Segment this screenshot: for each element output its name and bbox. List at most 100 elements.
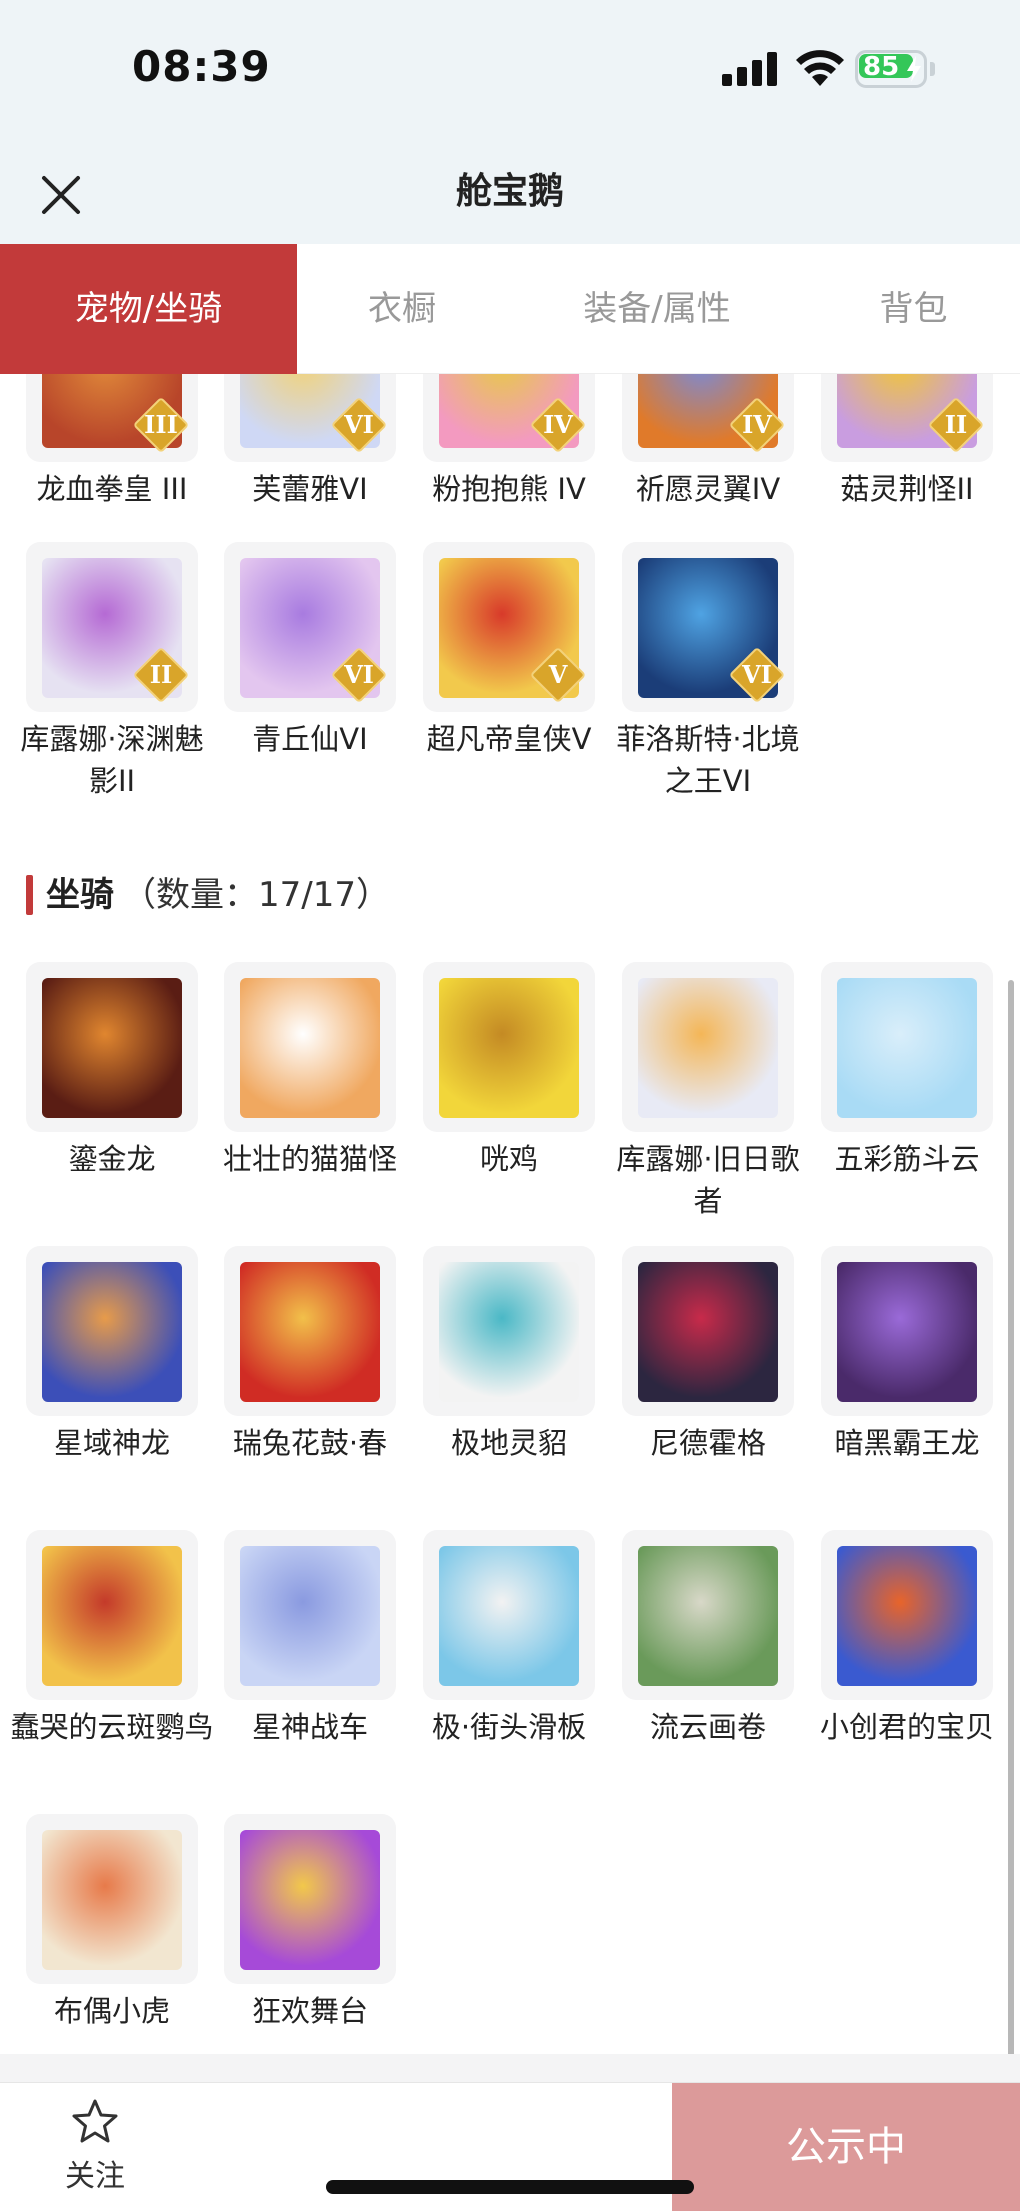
rank-badge: VI (728, 646, 786, 704)
mount-image (240, 1262, 380, 1402)
pet-thumbnail: IV (622, 374, 794, 462)
rank-badge-text: VI (344, 410, 374, 439)
mount-image (837, 1262, 977, 1402)
mount-name: 库露娜·旧日歌者 (616, 1142, 800, 1218)
mount-name: 星神战车 (251, 1710, 368, 1744)
section-count: （数量：17/17） (122, 875, 390, 915)
mount-name: 狂欢舞台 (251, 1994, 368, 2028)
follow-label: 关注 (65, 2159, 125, 2194)
pet-thumbnail: II (821, 374, 993, 462)
mount-image (439, 978, 579, 1118)
mount-thumbnail (423, 962, 595, 1132)
rank-badge: VI (330, 396, 388, 454)
mount-name: 瑞兔花鼓·春 (232, 1426, 388, 1460)
mount-thumbnail (224, 1814, 396, 1984)
mount-image (42, 978, 182, 1118)
battery-icon: 85 (855, 50, 935, 88)
mount-thumbnail (26, 1530, 198, 1700)
mount-name: 小创君的宝贝 (819, 1710, 994, 1744)
rank-badge-text: IV (742, 410, 772, 439)
rank-badge-text: V (548, 660, 568, 689)
page-title: 舱宝鹅 (455, 171, 564, 212)
close-icon[interactable] (36, 170, 86, 220)
rank-badge-text: II (149, 660, 173, 689)
mount-thumbnail (26, 1814, 198, 1984)
mount-image (439, 1262, 579, 1402)
rank-badge-text: III (144, 410, 178, 439)
public-notice-button[interactable]: 公示中 (672, 2083, 1020, 2211)
mount-thumbnail (423, 1246, 595, 1416)
mount-name: 尼德霍格 (649, 1426, 766, 1460)
mount-name: 咣鸡 (479, 1142, 538, 1176)
rank-badge: II (927, 396, 985, 454)
pet-thumbnail: VI (224, 542, 396, 712)
pet-thumbnail: II (26, 542, 198, 712)
mount-thumbnail (622, 1530, 794, 1700)
rank-badge: IV (529, 396, 587, 454)
rank-badge: V (529, 646, 587, 704)
tab-equipment-attributes[interactable]: 装备/属性 (507, 244, 807, 374)
tab-backpack[interactable]: 背包 (807, 244, 1020, 374)
mount-thumbnail (423, 1530, 595, 1700)
cellular-signal-icon (722, 52, 777, 86)
content-scroll-area[interactable]: III 龙血拳皇 III VI 芙蕾雅VI IV 粉抱抱熊 IV IV 祈愿灵翼IV II 菇灵荆… (0, 374, 1020, 2054)
nav-header: 舱宝鹅 (0, 140, 1020, 244)
rank-badge-text: VI (344, 660, 374, 689)
status-time: 08:39 (132, 42, 271, 91)
section-title: 坐骑 (46, 875, 114, 915)
follow-button[interactable]: 关注 (40, 2083, 150, 2211)
pet-name: 粉抱抱熊 IV (432, 472, 586, 506)
pet-name: 菲洛斯特·北境之王VI (616, 722, 800, 798)
pet-name: 龙血拳皇 III (36, 472, 188, 506)
tab-wardrobe[interactable]: 衣橱 (297, 244, 507, 374)
scrollbar[interactable] (1008, 980, 1014, 2080)
mount-name: 星域神龙 (53, 1426, 170, 1460)
tab-pets-mounts[interactable]: 宠物/坐骑 (0, 244, 297, 374)
rank-badge-text: II (944, 410, 968, 439)
pet-thumbnail: VI (622, 542, 794, 712)
wifi-icon (796, 50, 844, 86)
rank-badge-text: IV (543, 410, 573, 439)
section-accent-bar (26, 875, 33, 915)
mount-name: 极·街头滑板 (431, 1710, 587, 1744)
mount-thumbnail (26, 1246, 198, 1416)
mount-image (42, 1830, 182, 1970)
mount-image (240, 978, 380, 1118)
mount-name: 布偶小虎 (53, 1994, 170, 2028)
rank-badge: III (132, 396, 190, 454)
mount-name: 流云画卷 (649, 1710, 766, 1744)
pet-name: 祈愿灵翼IV (635, 472, 781, 506)
mount-image (42, 1546, 182, 1686)
pet-thumbnail: IV (423, 374, 595, 462)
mount-image (638, 1262, 778, 1402)
mount-thumbnail (224, 1530, 396, 1700)
rank-badge: IV (728, 396, 786, 454)
mount-thumbnail (224, 1246, 396, 1416)
status-bar: 08:39 85 (0, 0, 1020, 140)
pet-thumbnail: VI (224, 374, 396, 462)
mount-image (42, 1262, 182, 1402)
mount-thumbnail (224, 962, 396, 1132)
mount-image (837, 978, 977, 1118)
tab-bar: 宠物/坐骑 衣橱 装备/属性 背包 (0, 244, 1020, 374)
mount-thumbnail (821, 1246, 993, 1416)
mount-thumbnail (821, 1530, 993, 1700)
mount-image (837, 1546, 977, 1686)
mount-image (240, 1546, 380, 1686)
mount-name: 鎏金龙 (68, 1142, 156, 1176)
star-icon (72, 2099, 118, 2143)
mount-image (638, 1546, 778, 1686)
mount-thumbnail (821, 962, 993, 1132)
mount-thumbnail (622, 1246, 794, 1416)
pet-name: 芙蕾雅VI (252, 472, 368, 506)
mount-name: 五彩筋斗云 (834, 1142, 980, 1176)
mount-name: 极地灵貂 (450, 1426, 567, 1460)
pet-name: 菇灵荆怪II (840, 472, 974, 506)
mount-name: 壮壮的猫猫怪 (222, 1142, 397, 1176)
mount-name: 暗黑霸王龙 (834, 1426, 980, 1460)
mount-image (439, 1546, 579, 1686)
mount-thumbnail (26, 962, 198, 1132)
divider-band (0, 2054, 1020, 2082)
home-indicator (326, 2180, 694, 2194)
charging-bolt-icon (907, 56, 921, 82)
